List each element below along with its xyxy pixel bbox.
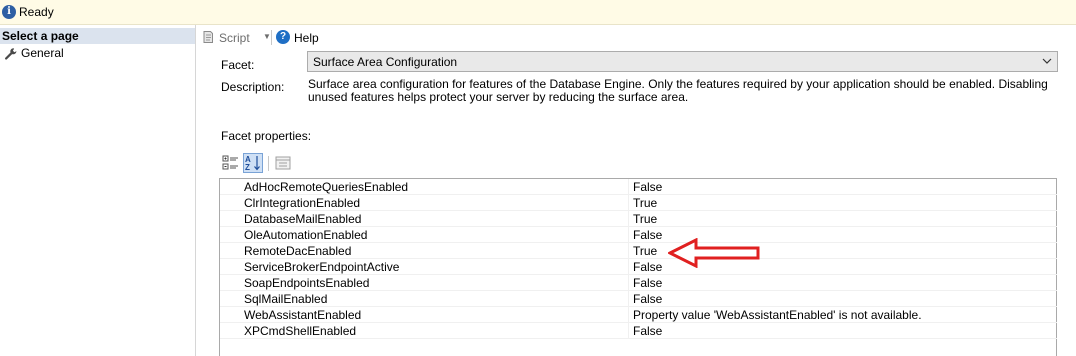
categorized-button[interactable]	[221, 153, 241, 173]
table-row[interactable]: OleAutomationEnabled False	[220, 227, 1057, 243]
toolbar-separator	[271, 30, 272, 45]
dropdown-arrow-icon[interactable]: ▼	[263, 32, 271, 41]
property-pages-icon	[275, 156, 291, 170]
property-name: SqlMailEnabled	[244, 292, 328, 306]
select-page-pane: Select a page General	[0, 25, 196, 356]
description-label: Description:	[221, 80, 285, 94]
property-name: ClrIntegrationEnabled	[244, 196, 361, 210]
facet-value: Surface Area Configuration	[313, 55, 458, 69]
description-text: Surface area configuration for features …	[308, 77, 1048, 104]
property-value[interactable]: True	[633, 196, 657, 210]
property-value[interactable]: False	[633, 228, 662, 242]
categorized-icon	[222, 155, 238, 170]
alphabetical-button[interactable]: A Z	[243, 153, 263, 173]
table-row[interactable]: WebAssistantEnabled Property value 'WebA…	[220, 307, 1057, 323]
property-value[interactable]: False	[633, 276, 662, 290]
script-label: Script	[219, 31, 250, 45]
toolbar: Script ▼ ? Help	[196, 25, 1076, 50]
select-page-title: Select a page	[2, 29, 79, 43]
svg-text:Z: Z	[245, 163, 250, 172]
table-row[interactable]: XPCmdShellEnabled False	[220, 323, 1057, 339]
chevron-down-icon	[1042, 58, 1052, 64]
status-text: Ready	[19, 5, 54, 19]
property-name: WebAssistantEnabled	[244, 308, 362, 322]
column-divider	[628, 323, 629, 339]
column-divider	[628, 259, 629, 275]
column-divider	[628, 227, 629, 243]
property-value[interactable]: Property value 'WebAssistantEnabled' is …	[633, 308, 922, 322]
property-value[interactable]: True	[633, 244, 657, 258]
property-value[interactable]: False	[633, 260, 662, 274]
property-pages-button[interactable]	[273, 153, 293, 173]
facet-properties-label: Facet properties:	[221, 129, 312, 143]
column-divider	[628, 291, 629, 307]
property-value[interactable]: False	[633, 180, 662, 194]
property-name: AdHocRemoteQueriesEnabled	[244, 180, 409, 194]
property-name: RemoteDacEnabled	[244, 244, 352, 258]
help-icon: ?	[276, 30, 290, 44]
sidebar-item-label: General	[21, 46, 64, 60]
table-row[interactable]: ServiceBrokerEndpointActive False	[220, 259, 1057, 275]
column-divider	[628, 307, 629, 323]
property-value[interactable]: False	[633, 324, 662, 338]
table-row[interactable]: DatabaseMailEnabled True	[220, 211, 1057, 227]
property-name: OleAutomationEnabled	[244, 228, 368, 242]
annotation-arrow-icon	[668, 238, 760, 268]
table-row[interactable]: AdHocRemoteQueriesEnabled False	[220, 179, 1057, 195]
status-bar: i Ready	[0, 0, 1076, 25]
column-divider	[628, 195, 629, 211]
column-divider	[628, 179, 629, 195]
property-name: ServiceBrokerEndpointActive	[244, 260, 400, 274]
column-divider	[628, 243, 629, 259]
table-row[interactable]: RemoteDacEnabled True	[220, 243, 1057, 259]
table-row[interactable]: SoapEndpointsEnabled False	[220, 275, 1057, 291]
toolbar-separator	[268, 156, 269, 171]
property-value[interactable]: True	[633, 212, 657, 226]
property-name: SoapEndpointsEnabled	[244, 276, 370, 290]
column-divider	[628, 275, 629, 291]
facet-label: Facet:	[221, 58, 255, 72]
help-label: Help	[294, 31, 319, 45]
column-divider	[628, 211, 629, 227]
wrench-icon	[4, 48, 17, 60]
sort-alphabetical-icon: A Z	[245, 155, 260, 172]
property-value[interactable]: False	[633, 292, 662, 306]
info-icon: i	[2, 5, 16, 19]
facet-properties-grid: AdHocRemoteQueriesEnabled False ClrInteg…	[219, 178, 1057, 356]
facet-dropdown[interactable]: Surface Area Configuration	[307, 51, 1058, 72]
script-icon	[203, 31, 213, 43]
table-row[interactable]: SqlMailEnabled False	[220, 291, 1057, 307]
property-name: DatabaseMailEnabled	[244, 212, 362, 226]
table-row[interactable]: ClrIntegrationEnabled True	[220, 195, 1057, 211]
property-name: XPCmdShellEnabled	[244, 324, 357, 338]
select-page-header: Select a page	[0, 28, 195, 44]
